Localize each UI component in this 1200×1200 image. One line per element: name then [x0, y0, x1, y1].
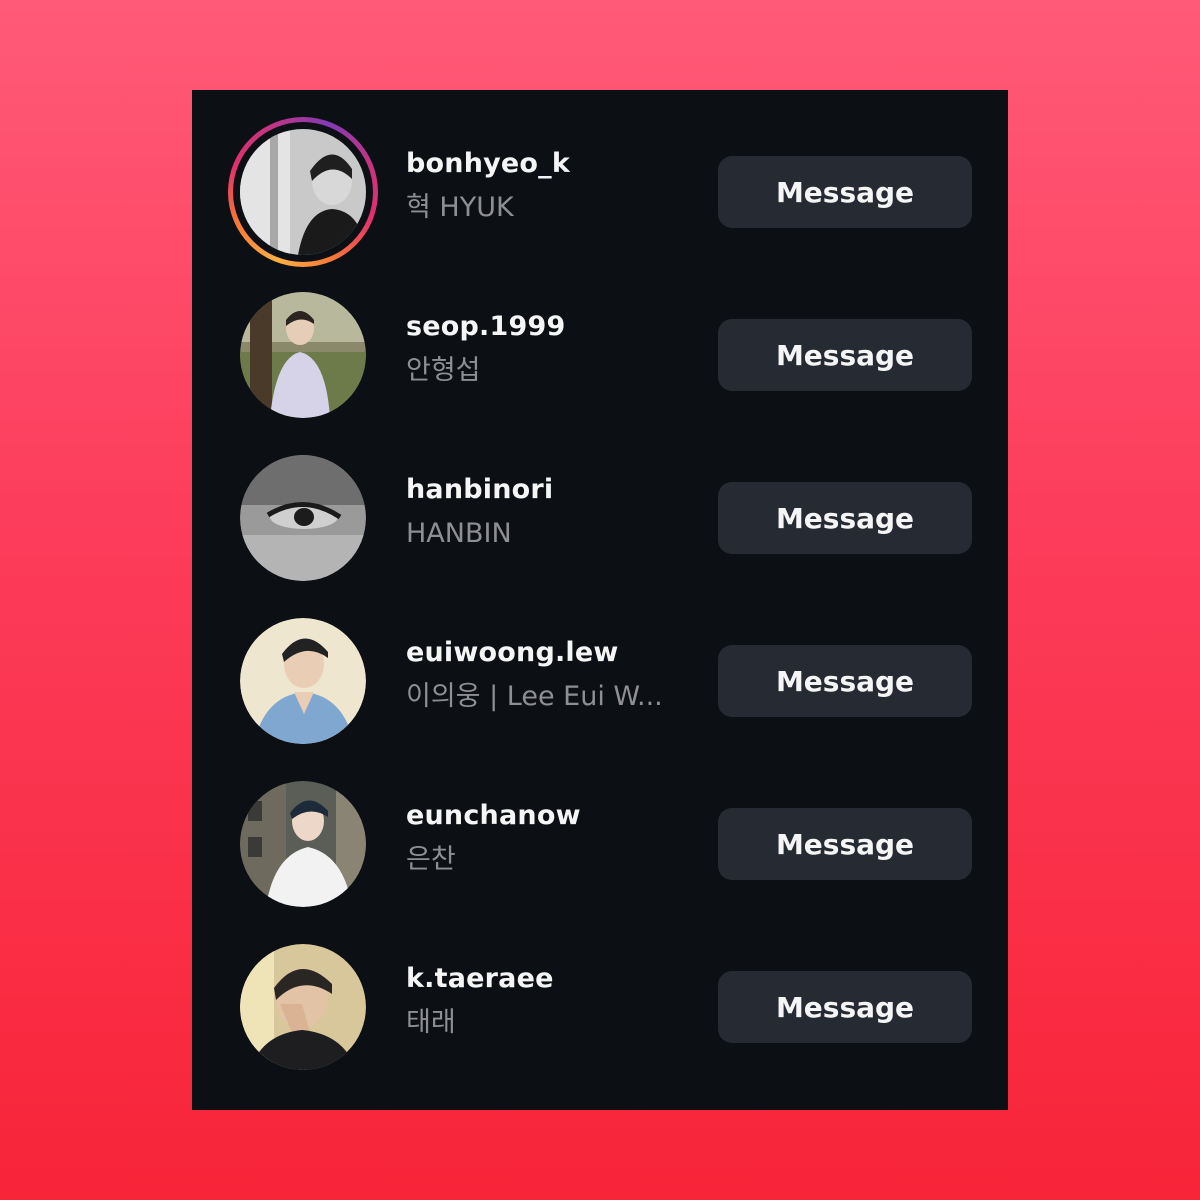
list-item[interactable]: eunchanow 은찬 Message [192, 781, 1008, 907]
avatar-image [240, 944, 366, 1070]
full-name: 안형섭 [406, 355, 481, 386]
avatar[interactable] [240, 455, 366, 581]
list-item[interactable]: k.taeraee 태래 Message [192, 944, 1008, 1070]
full-name: 이의웅 | Lee Eui W... [406, 681, 663, 712]
full-name: 혁 HYUK [406, 192, 514, 223]
avatar [240, 129, 366, 255]
avatar[interactable] [240, 781, 366, 907]
username[interactable]: eunchanow [406, 799, 686, 833]
list-item[interactable]: bonhyeo_k 혁 HYUK Message [192, 117, 1008, 267]
username[interactable]: k.taeraee [406, 962, 686, 996]
avatar-image [240, 292, 366, 418]
list-item[interactable]: hanbinori HANBIN Message [192, 455, 1008, 581]
message-button[interactable]: Message [718, 971, 972, 1043]
message-button[interactable]: Message [718, 156, 972, 228]
message-button[interactable]: Message [718, 319, 972, 391]
following-list-panel: bonhyeo_k 혁 HYUK Message seop.1999 안형섭 M… [192, 90, 1008, 1110]
avatar-image [240, 781, 366, 907]
user-names: euiwoong.lew 이의웅 | Lee Eui W... [406, 636, 686, 716]
profile-photo-grayscale-icon [240, 129, 366, 255]
user-names: k.taeraee 태래 [406, 962, 686, 1042]
full-name: 은찬 [406, 844, 456, 875]
user-names: bonhyeo_k 혁 HYUK [406, 147, 686, 227]
avatar[interactable] [240, 292, 366, 418]
profile-photo-outdoor-icon [240, 292, 366, 418]
profile-photo-selfie-icon [240, 944, 366, 1070]
list-item[interactable]: seop.1999 안형섭 Message [192, 292, 1008, 418]
full-name: HANBIN [406, 518, 512, 549]
avatar[interactable] [240, 618, 366, 744]
user-names: eunchanow 은찬 [406, 799, 686, 879]
user-names: hanbinori HANBIN [406, 473, 686, 553]
message-button[interactable]: Message [718, 645, 972, 717]
username[interactable]: seop.1999 [406, 310, 686, 344]
full-name: 태래 [406, 1007, 456, 1038]
avatar-image [240, 455, 366, 581]
profile-photo-eye-closeup-icon [240, 455, 366, 581]
message-button[interactable]: Message [718, 482, 972, 554]
message-button[interactable]: Message [718, 808, 972, 880]
avatar-image [240, 618, 366, 744]
username[interactable]: euiwoong.lew [406, 636, 686, 670]
avatar-story-ring[interactable] [228, 117, 378, 267]
list-item[interactable]: euiwoong.lew 이의웅 | Lee Eui W... Message [192, 618, 1008, 744]
avatar[interactable] [240, 944, 366, 1070]
username[interactable]: hanbinori [406, 473, 686, 507]
profile-photo-portrait-icon [240, 618, 366, 744]
user-names: seop.1999 안형섭 [406, 310, 686, 390]
username[interactable]: bonhyeo_k [406, 147, 686, 181]
profile-photo-street-icon [240, 781, 366, 907]
